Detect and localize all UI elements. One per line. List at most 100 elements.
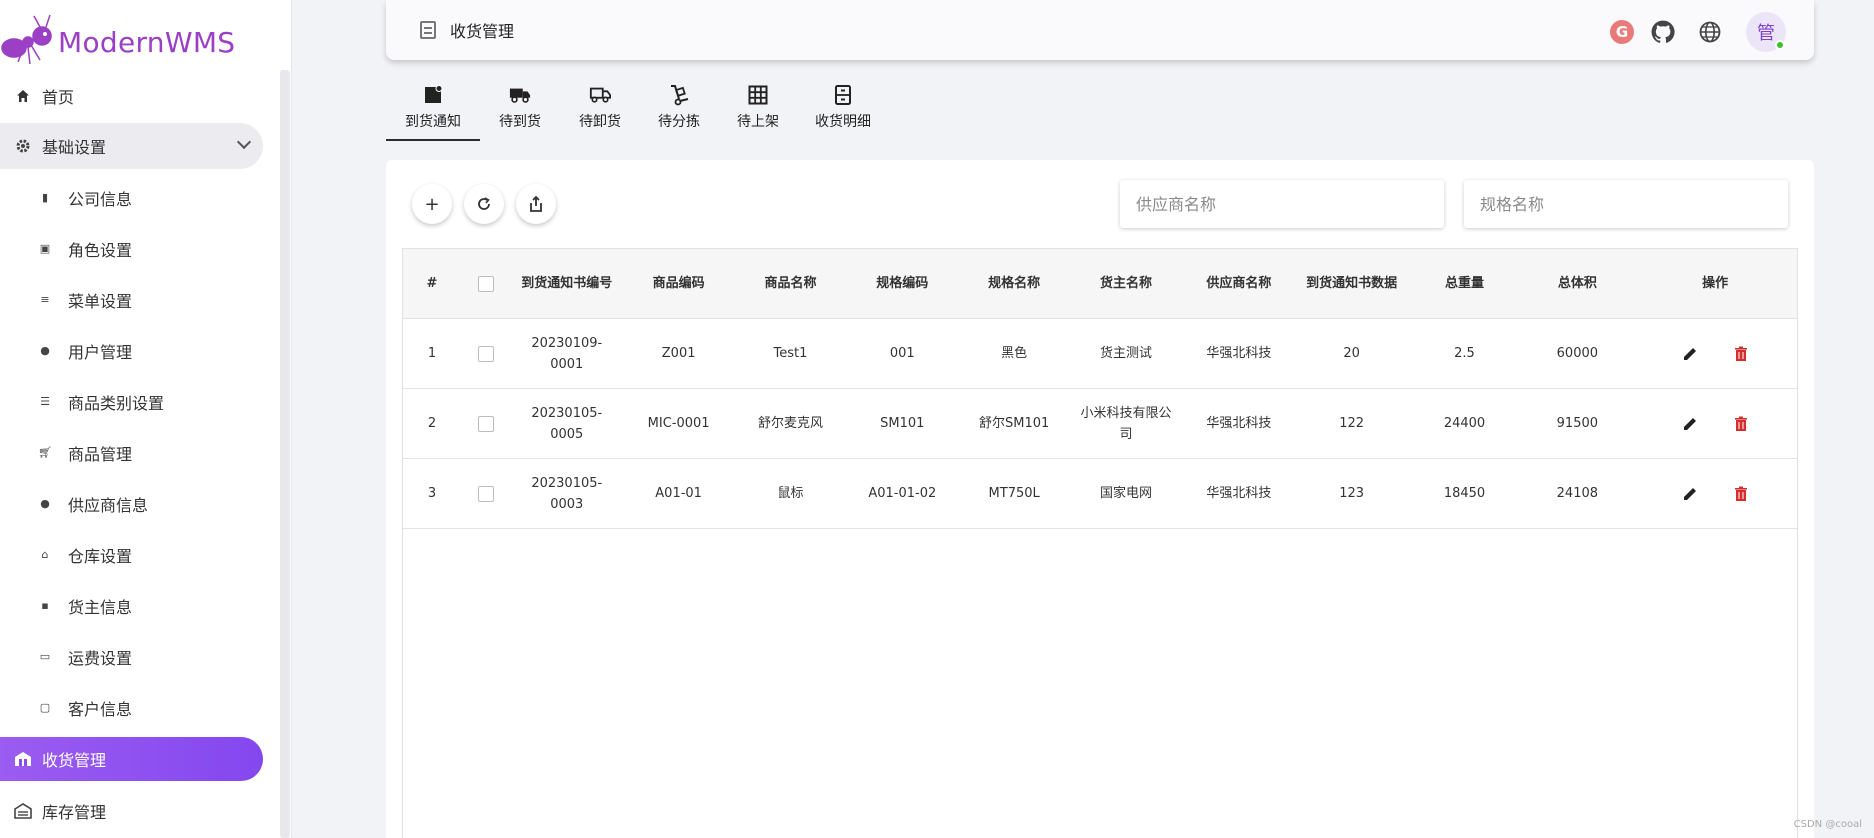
tab-arrival-notice[interactable]: 到货通知: [386, 80, 480, 141]
tab-label: 待分拣: [658, 114, 700, 130]
add-button[interactable]: +: [412, 184, 452, 224]
spec-name-input[interactable]: [1464, 180, 1788, 228]
table-row[interactable]: 3 20230105-0003 A01-01 鼠标 A01-01-02 MT75…: [403, 459, 1797, 529]
table-row[interactable]: 2 20230105-0005 MIC-0001 舒尔麦克风 SM101 舒尔S…: [403, 389, 1797, 459]
id-card-icon: ▣: [39, 242, 51, 255]
sidebar-item-label: 角色设置: [68, 240, 133, 260]
total-volume: 60000: [1556, 346, 1599, 361]
sidebar-item-label: 菜单设置: [68, 291, 133, 311]
edit-icon[interactable]: [1682, 416, 1698, 432]
sidebar-item-customer-info[interactable]: ▢ 客户信息: [0, 682, 263, 733]
supplier-icon: ●: [40, 497, 50, 510]
owner-name: 货主测试: [1099, 346, 1152, 361]
sidebar-item-company-info[interactable]: ▮ 公司信息: [0, 172, 263, 223]
product-code: MIC-0001: [647, 416, 710, 431]
row-select-cell: [461, 389, 511, 458]
column-header[interactable]: #: [403, 249, 461, 318]
customer-icon: ▢: [39, 701, 51, 714]
sidebar-item-role-settings[interactable]: ▣ 角色设置: [0, 223, 263, 274]
app-logo[interactable]: ModernWMS: [0, 10, 235, 70]
sidebar-item-product-management[interactable]: 🛒︎ 商品管理: [0, 427, 263, 478]
edit-icon[interactable]: [1682, 486, 1698, 502]
tab-awaiting-sorting[interactable]: 待分拣: [640, 80, 718, 141]
supplier-name-field[interactable]: [1136, 194, 1444, 214]
total-weight: 24400: [1443, 416, 1486, 431]
notice-number: 20230109-0001: [531, 335, 603, 372]
avatar-text: 管: [1757, 23, 1775, 44]
sidebar-item-warehouse-settings[interactable]: ⌂ 仓库设置: [0, 529, 263, 580]
truck-icon: [509, 84, 531, 106]
column-header[interactable]: 总重量: [1408, 249, 1522, 318]
table-row[interactable]: 1 20230109-0001 Z001 Test1 001 黑色 货主测试 华…: [403, 319, 1797, 389]
sidebar-item-inventory[interactable]: 库存管理: [0, 785, 263, 836]
globe-icon[interactable]: [1698, 20, 1722, 44]
column-header[interactable]: 总体积: [1521, 249, 1633, 318]
delete-icon[interactable]: [1734, 486, 1748, 502]
row-checkbox[interactable]: [477, 485, 494, 502]
column-header[interactable]: 商品编码: [623, 249, 735, 318]
sidebar-item-owner-info[interactable]: ▪ 货主信息: [0, 580, 263, 631]
row-checkbox[interactable]: [477, 415, 494, 432]
tab-label: 待到货: [499, 114, 541, 130]
export-button[interactable]: [516, 184, 556, 224]
product-name: 舒尔麦克风: [757, 416, 823, 431]
sidebar-item-label: 货主信息: [68, 597, 133, 617]
sidebar-item-receiving[interactable]: 收货管理: [0, 737, 263, 781]
column-header[interactable]: 规格名称: [958, 249, 1070, 318]
main-panel: + # 到货通知书编号 商品编码 商品名称 规格编码 规格名称 货主名称 供应商…: [386, 160, 1814, 838]
tab-receiving-details[interactable]: 收货明细: [798, 80, 888, 141]
home-icon: [14, 87, 32, 105]
truck-outline-icon: [589, 84, 611, 106]
gitee-icon[interactable]: G: [1610, 20, 1634, 44]
export-icon: [530, 196, 542, 212]
sidebar-item-label: 公司信息: [68, 189, 133, 209]
column-header[interactable]: 到货通知书数据: [1296, 249, 1408, 318]
row-actions: [1633, 459, 1797, 528]
receiving-icon: [14, 750, 32, 768]
sidebar-item-label: 收货管理: [42, 751, 107, 770]
select-all-checkbox[interactable]: [477, 275, 494, 292]
column-header[interactable]: 到货通知书编号: [511, 249, 623, 318]
column-header[interactable]: 供应商名称: [1182, 249, 1296, 318]
row-select-cell: [461, 319, 511, 388]
product-name: 鼠标: [777, 486, 804, 501]
sidebar-item-supplier-info[interactable]: ● 供应商信息: [0, 478, 263, 529]
github-icon[interactable]: [1650, 19, 1676, 45]
top-bar: 收货管理 G 管: [386, 0, 1814, 60]
notice-quantity: 122: [1339, 416, 1365, 431]
delete-icon[interactable]: [1734, 346, 1748, 362]
sidebar-item-freight-settings[interactable]: ▭ 运费设置: [0, 631, 263, 682]
sidebar-item-label: 库存管理: [42, 802, 107, 822]
total-volume: 24108: [1556, 486, 1599, 501]
sidebar-item-basic-settings[interactable]: 基础设置: [0, 123, 263, 169]
sidebar-scrollbar[interactable]: [280, 70, 290, 838]
sidebar-item-home[interactable]: 首页: [0, 70, 263, 121]
sidebar-item-label: 商品类别设置: [68, 393, 165, 413]
spec-name-field[interactable]: [1480, 194, 1788, 214]
refresh-button[interactable]: [464, 184, 504, 224]
column-header: 操作: [1702, 276, 1729, 291]
sidebar-item-label: 仓库设置: [68, 546, 133, 566]
online-status-dot: [1775, 40, 1785, 50]
column-header[interactable]: 规格编码: [846, 249, 958, 318]
delete-icon[interactable]: [1734, 416, 1748, 432]
tab-awaiting-arrival[interactable]: 待到货: [480, 80, 560, 141]
sidebar-item-user-management[interactable]: ● 用户管理: [0, 325, 263, 376]
top-bar-actions: G 管: [1610, 12, 1786, 52]
app-name: ModernWMS: [58, 25, 236, 59]
column-header[interactable]: 货主名称: [1070, 249, 1182, 318]
tab-label: 到货通知: [405, 114, 461, 130]
sidebar-item-label: 供应商信息: [68, 495, 149, 515]
edit-icon[interactable]: [1682, 346, 1698, 362]
row-checkbox[interactable]: [477, 345, 494, 362]
sidebar-item-menu-settings[interactable]: ≡ 菜单设置: [0, 274, 263, 325]
spec-code: 001: [889, 346, 915, 361]
column-header[interactable]: 商品名称: [735, 249, 847, 318]
supplier-name-input[interactable]: [1120, 180, 1444, 228]
avatar[interactable]: 管: [1746, 12, 1786, 52]
tab-awaiting-unloading[interactable]: 待卸货: [560, 80, 640, 141]
sidebar-item-category-settings[interactable]: ☰ 商品类别设置: [0, 376, 263, 427]
supplier-name: 华强北科技: [1206, 486, 1272, 501]
owner-name: 小米科技有限公司: [1080, 405, 1172, 442]
tab-awaiting-shelving[interactable]: 待上架: [718, 80, 798, 141]
